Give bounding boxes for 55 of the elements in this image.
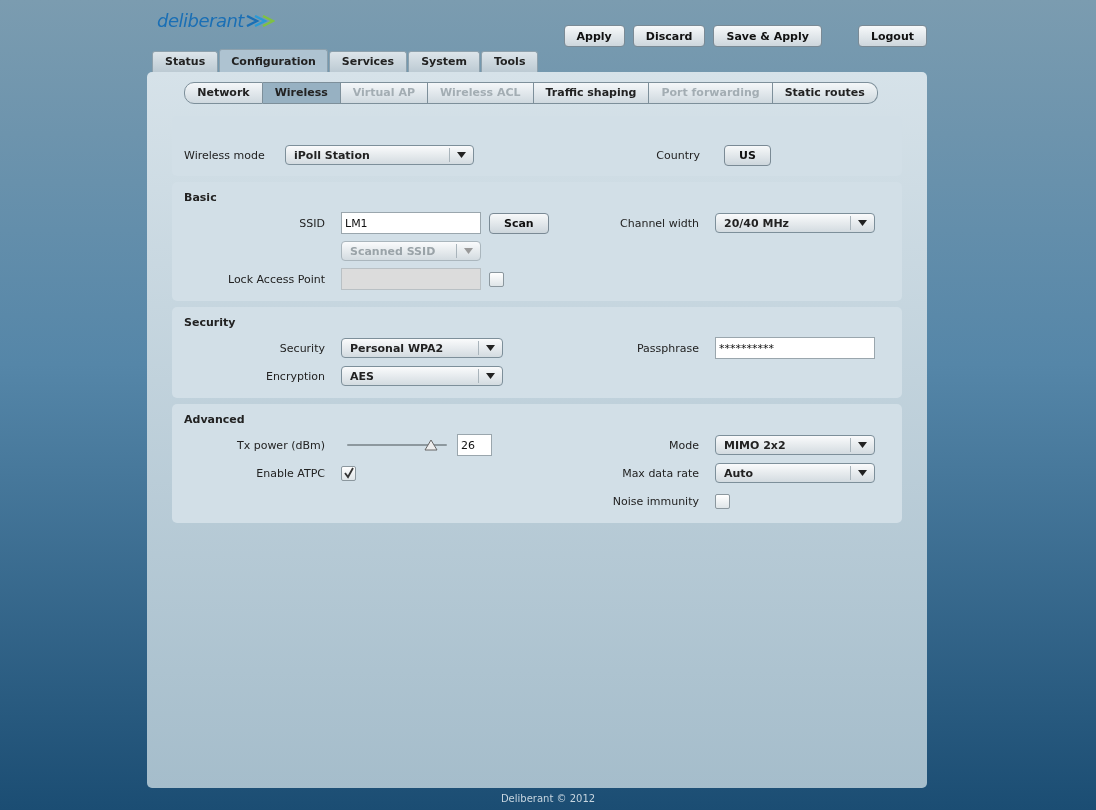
tab[interactable]: System xyxy=(408,51,480,72)
header-button[interactable]: Logout xyxy=(857,25,927,47)
field-label: Channel width xyxy=(619,216,700,230)
field-label: Security xyxy=(278,341,326,355)
field-label: Tx power (dBm) xyxy=(235,438,326,452)
tab[interactable]: Services xyxy=(328,51,408,72)
input-field[interactable]: ********** xyxy=(715,337,875,359)
dropdown[interactable]: MIMO 2x2 xyxy=(715,435,875,455)
field-label: Passphrase xyxy=(635,341,700,355)
caret-icon xyxy=(858,220,867,226)
caret-icon xyxy=(858,470,867,476)
chevrons-icon xyxy=(244,14,275,27)
checkbox[interactable] xyxy=(489,271,504,287)
header-button[interactable]: Save & Apply xyxy=(713,25,822,47)
input-field[interactable]: LM1 xyxy=(341,212,481,234)
input-field[interactable]: 26 xyxy=(457,434,492,456)
field-label: SSID xyxy=(298,216,326,230)
section-title: Basic xyxy=(184,191,218,206)
field-label: Wireless mode xyxy=(184,148,266,162)
slider[interactable] xyxy=(347,438,447,452)
field-label: Country xyxy=(655,148,701,162)
dropdown[interactable]: 20/40 MHz xyxy=(715,213,875,233)
field-label: Max data rate xyxy=(621,466,700,480)
dropdown[interactable]: Personal WPA2 xyxy=(341,338,503,358)
button[interactable]: Scan xyxy=(489,212,549,234)
field-label: Enable ATPC xyxy=(255,466,326,480)
header-button[interactable]: Apply xyxy=(563,25,625,47)
footer-text: Deliberant © 2012 xyxy=(499,792,597,806)
checkbox[interactable] xyxy=(341,465,356,481)
tab[interactable]: Status xyxy=(152,51,219,72)
caret-icon xyxy=(858,442,867,448)
field-label: Mode xyxy=(668,438,700,452)
caret-icon xyxy=(457,152,466,158)
caret-icon xyxy=(464,248,473,254)
header-button[interactable]: Discard xyxy=(632,25,706,47)
caret-icon xyxy=(486,373,495,379)
checkbox[interactable] xyxy=(715,493,730,509)
tab[interactable]: Tools xyxy=(480,51,539,72)
field-label: Lock Access Point xyxy=(226,272,326,286)
subtab[interactable]: Static routes xyxy=(772,82,878,104)
slider-thumb[interactable] xyxy=(424,439,439,451)
caret-icon xyxy=(486,345,495,351)
subtab[interactable]: Traffic shaping xyxy=(533,82,650,104)
dropdown[interactable]: iPoll Station xyxy=(285,145,474,165)
section-title: Security xyxy=(184,316,237,331)
field-label: Noise immunity xyxy=(611,494,700,508)
subtab[interactable]: Network xyxy=(184,82,263,104)
subtab[interactable]: Wireless xyxy=(262,82,341,104)
dropdown[interactable]: AES xyxy=(341,366,503,386)
dropdown[interactable]: Auto xyxy=(715,463,875,483)
tab[interactable]: Configuration xyxy=(219,49,328,72)
field-label: Encryption xyxy=(264,369,326,383)
section-title: Advanced xyxy=(184,413,246,428)
logo-text: deliberant xyxy=(157,10,244,31)
button[interactable]: US xyxy=(724,144,771,166)
